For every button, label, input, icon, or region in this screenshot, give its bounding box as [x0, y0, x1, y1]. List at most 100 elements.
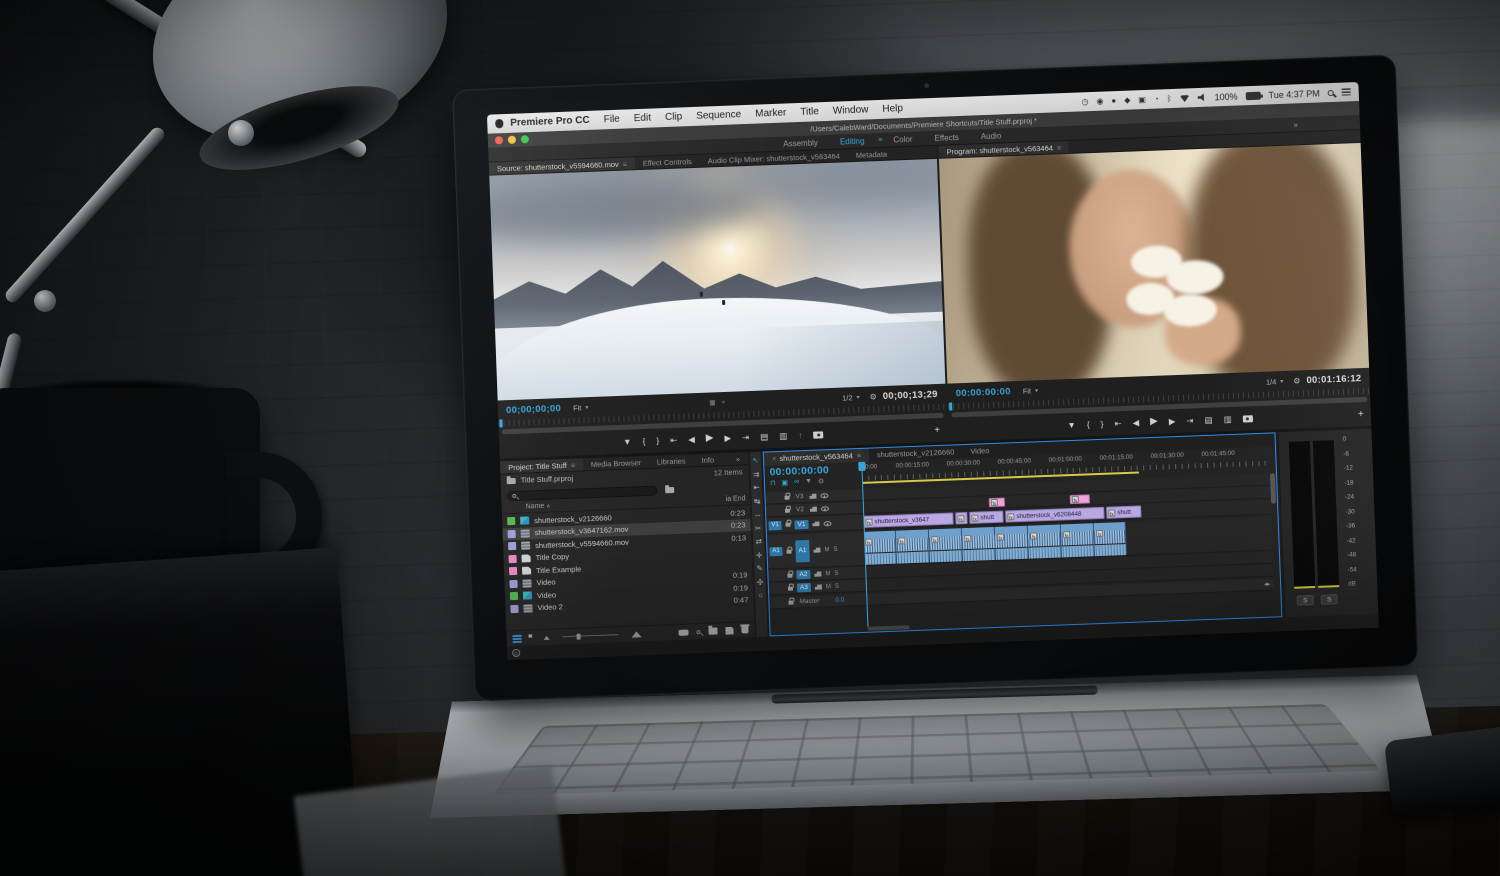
source-playhead[interactable] [499, 419, 502, 427]
video-clip[interactable]: fxshutterstock_v6208448 [1005, 507, 1104, 523]
workspace-audio[interactable]: Audio [981, 131, 1002, 141]
menu-file[interactable]: File [604, 114, 621, 126]
overwrite-button[interactable]: ▥ [779, 431, 787, 440]
audio-segment[interactable]: fx [1095, 522, 1127, 556]
zoom-tool[interactable]: ○ [758, 591, 763, 600]
camera-icon[interactable] [813, 431, 823, 438]
solo-button[interactable]: S [834, 570, 838, 576]
button-editor-icon[interactable]: + [1358, 409, 1364, 420]
apple-menu-icon[interactable] [495, 119, 503, 128]
menu-title[interactable]: Title [800, 106, 819, 118]
mark-in-button[interactable]: { [1087, 420, 1090, 429]
automate-sequence-icon[interactable] [678, 629, 688, 635]
audio-segment[interactable]: fx [864, 531, 897, 565]
workspace-editing[interactable]: Editing [840, 136, 865, 146]
goto-in-button[interactable]: ⇤ [670, 436, 677, 445]
tab-overflow-icon[interactable]: » [728, 452, 749, 465]
thumbnail-zoom-slider[interactable] [563, 634, 619, 637]
step-back-button[interactable]: ◀ [688, 435, 695, 444]
mark-out-button[interactable]: } [656, 436, 659, 445]
track-target-a3[interactable]: A3 [797, 583, 811, 593]
goto-in-button[interactable]: ⇤ [1114, 419, 1121, 428]
project-search-input[interactable] [507, 485, 657, 501]
goto-out-button[interactable]: ⇥ [742, 433, 749, 442]
track-output-eye-icon[interactable] [820, 493, 828, 498]
play-button[interactable]: ▶ [1150, 417, 1158, 427]
menu-help[interactable]: Help [882, 103, 903, 115]
solo-right-button[interactable]: S [1321, 594, 1338, 605]
panel-menu-icon[interactable]: ≡ [857, 453, 861, 460]
zoom-in-icon[interactable] [631, 631, 641, 637]
project-file-name[interactable]: Title Stuff.prproj [521, 474, 574, 485]
timeline-horizontal-scrollbar[interactable] [867, 625, 909, 631]
sync-lock-icon[interactable] [815, 584, 822, 589]
audio-segment[interactable]: fx [996, 526, 1029, 560]
label-chip[interactable] [507, 517, 515, 525]
label-chip[interactable] [509, 580, 517, 588]
program-zoom-select[interactable]: Fit [1023, 386, 1032, 395]
lock-icon[interactable] [787, 573, 792, 577]
new-bin-icon[interactable] [708, 627, 717, 634]
tab-metadata[interactable]: Metadata [848, 147, 896, 161]
program-settings-icon[interactable]: ⚙ [1293, 376, 1301, 385]
program-video-preview[interactable] [939, 143, 1369, 384]
mark-in-button[interactable]: { [642, 437, 645, 446]
insert-button[interactable]: ▤ [760, 432, 768, 441]
menubar-clock[interactable]: Tue 4:37 PM [1268, 88, 1320, 100]
source-patch-a1[interactable]: A1 [769, 547, 782, 556]
workspace-overflow-icon[interactable]: » [1293, 120, 1298, 129]
workspace-menu-icon[interactable]: ≡ [878, 136, 882, 143]
fit-tracks-icon[interactable]: ◂▸ [1264, 581, 1270, 588]
menu-clip[interactable]: Clip [665, 111, 683, 123]
drag-audio-icon[interactable]: ≈ [721, 398, 725, 405]
audio-segment[interactable]: fx [930, 528, 963, 562]
mark-out-button[interactable]: } [1100, 420, 1103, 429]
lock-icon[interactable] [784, 495, 789, 499]
step-forward-button[interactable]: ▶ [724, 434, 731, 443]
master-gain-value[interactable]: 0.0 [835, 597, 844, 604]
audio-segment[interactable]: fx [1029, 524, 1062, 558]
play-button[interactable]: ▶ [706, 433, 714, 443]
goto-out-button[interactable]: ⇥ [1186, 416, 1193, 425]
title-clip[interactable]: fx [989, 498, 1005, 508]
export-frame-button[interactable]: ↑ [798, 431, 803, 440]
track-target-a2[interactable]: A2 [796, 570, 810, 580]
tab-media-browser[interactable]: Media Browser [583, 456, 649, 470]
camera-icon[interactable] [1242, 415, 1252, 422]
panel-menu-icon[interactable]: ≡ [1057, 145, 1061, 152]
menu-window[interactable]: Window [833, 104, 869, 116]
drag-video-icon[interactable]: ▦ [709, 398, 715, 406]
slip-tool[interactable]: ⇄ [755, 537, 762, 546]
workspace-effects[interactable]: Effects [934, 133, 959, 143]
pen-tool[interactable]: ✎ [756, 564, 763, 573]
step-forward-button[interactable]: ▶ [1169, 417, 1176, 426]
search-in-bin-icon[interactable] [665, 486, 674, 492]
sync-lock-icon[interactable] [812, 521, 819, 526]
track-target-a1[interactable]: A1 [795, 539, 810, 562]
lock-icon[interactable] [788, 586, 793, 590]
chevron-down-icon[interactable]: ▾ [585, 404, 588, 411]
sync-lock-icon[interactable] [809, 494, 816, 499]
add-marker-button[interactable]: ▼ [1067, 421, 1076, 430]
rolling-edit-tool[interactable]: ↹ [754, 496, 761, 505]
tab-info[interactable]: Info [693, 453, 722, 466]
timeline-vertical-scrollbar[interactable] [1270, 473, 1276, 503]
label-chip[interactable] [510, 592, 518, 600]
close-icon[interactable]: × [772, 454, 777, 463]
menu-marker[interactable]: Marker [755, 107, 787, 119]
notification-bell-icon[interactable]: ◆ [1124, 96, 1130, 105]
timeline-settings-icon[interactable]: ⚙ [818, 477, 825, 485]
workspace-color[interactable]: Color [893, 134, 912, 144]
spotlight-search-icon[interactable] [1328, 89, 1334, 95]
mute-button[interactable]: M [826, 584, 831, 590]
label-chip[interactable] [508, 542, 516, 550]
chevron-down-icon[interactable]: ▾ [1280, 378, 1283, 385]
zoom-out-icon[interactable] [544, 635, 550, 639]
track-output-eye-icon[interactable] [823, 521, 831, 526]
video-clip[interactable]: fxshutt [1106, 505, 1141, 518]
icon-view-button[interactable] [528, 634, 536, 642]
source-patch-v1[interactable]: V1 [768, 520, 781, 529]
audio-segment[interactable]: fx [897, 529, 930, 563]
tab-effect-controls[interactable]: Effect Controls [634, 155, 699, 169]
solo-button[interactable]: S [833, 546, 837, 552]
